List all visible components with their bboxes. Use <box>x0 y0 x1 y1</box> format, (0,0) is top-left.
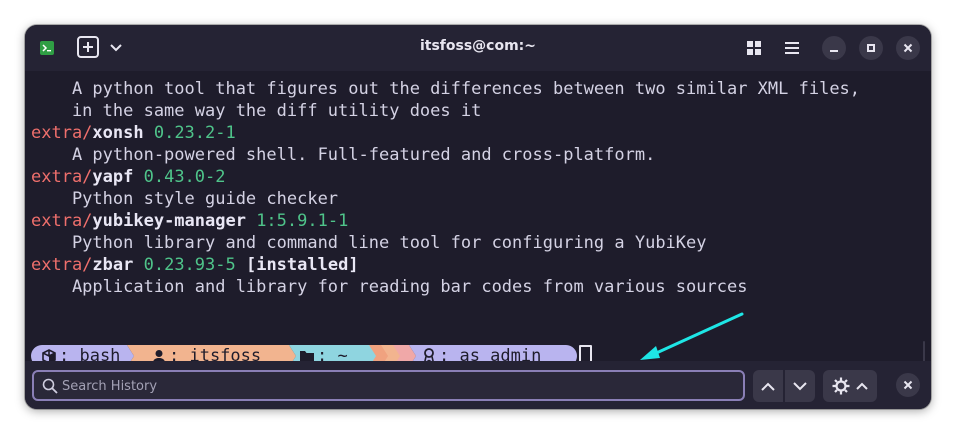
chevron-up-icon <box>856 382 868 390</box>
package-description: Application and library for reading bar … <box>31 277 748 297</box>
package-version: 0.23.2-1 <box>143 123 236 143</box>
close-icon <box>903 43 913 53</box>
search-icon <box>42 378 58 394</box>
package-repo: extra/ <box>31 123 93 143</box>
search-history-input[interactable] <box>62 375 732 397</box>
terminal-output[interactable]: A python tool that figures out the diffe… <box>25 71 931 381</box>
package-description: Python library and command line tool for… <box>31 233 707 253</box>
output-line: in the same way the diff utility does it <box>31 100 481 122</box>
package-description: A python tool that figures out the diffe… <box>31 79 861 99</box>
package-description: A python-powered shell. Full-featured an… <box>31 145 656 165</box>
maximize-button[interactable] <box>859 36 883 60</box>
title-bar: itsfoss@com:~ <box>25 25 931 71</box>
minimize-button[interactable] <box>822 36 846 60</box>
hamburger-icon <box>785 42 799 54</box>
previous-match-button[interactable] <box>753 370 783 402</box>
minimize-icon <box>830 50 838 52</box>
package-line: extra/xonsh 0.23.2-1 <box>31 122 236 144</box>
package-version: 0.23.93-5 <box>133 255 236 275</box>
package-version: 1:5.9.1-1 <box>245 211 349 231</box>
package-name: zbar <box>92 255 134 275</box>
package-line: extra/yapf 0.43.0-2 <box>31 166 226 188</box>
package-description: in the same way the diff utility does it <box>31 101 482 121</box>
installed-badge: [installed] <box>235 255 359 275</box>
package-name: yubikey-manager <box>92 211 246 231</box>
output-line: A python-powered shell. Full-featured an… <box>31 144 655 166</box>
search-history-bar <box>25 361 931 409</box>
tile-view-button[interactable] <box>745 39 763 57</box>
package-repo: extra/ <box>31 167 93 187</box>
maximize-icon <box>867 44 875 52</box>
package-name: xonsh <box>92 123 144 143</box>
package-version: 0.43.0-2 <box>133 167 226 187</box>
close-icon <box>903 380 913 390</box>
package-description: Python style guide checker <box>31 189 339 209</box>
output-line: Application and library for reading bar … <box>31 276 748 298</box>
chevron-down-icon <box>793 381 807 390</box>
gear-icon <box>832 377 850 395</box>
annotation-arrow-icon <box>640 312 744 360</box>
main-menu-button[interactable] <box>783 39 801 57</box>
output-line: Python library and command line tool for… <box>31 232 707 254</box>
package-line: extra/zbar 0.23.93-5 [installed] <box>31 254 359 276</box>
package-line: extra/yubikey-manager 1:5.9.1-1 <box>31 210 348 232</box>
close-window-button[interactable] <box>896 36 920 60</box>
output-line: Python style guide checker <box>31 188 338 210</box>
output-line: A python tool that figures out the diffe… <box>31 78 860 100</box>
package-name: yapf <box>92 167 134 187</box>
search-options-button[interactable] <box>823 370 877 402</box>
search-field[interactable] <box>32 370 745 401</box>
package-repo: extra/ <box>31 211 93 231</box>
terminal-window: itsfoss@com:~ A python tool that figures… <box>25 25 931 409</box>
close-search-button[interactable] <box>896 373 920 397</box>
next-match-button[interactable] <box>785 370 815 402</box>
package-repo: extra/ <box>31 255 93 275</box>
grid-icon <box>747 41 761 55</box>
chevron-up-icon <box>761 382 775 391</box>
